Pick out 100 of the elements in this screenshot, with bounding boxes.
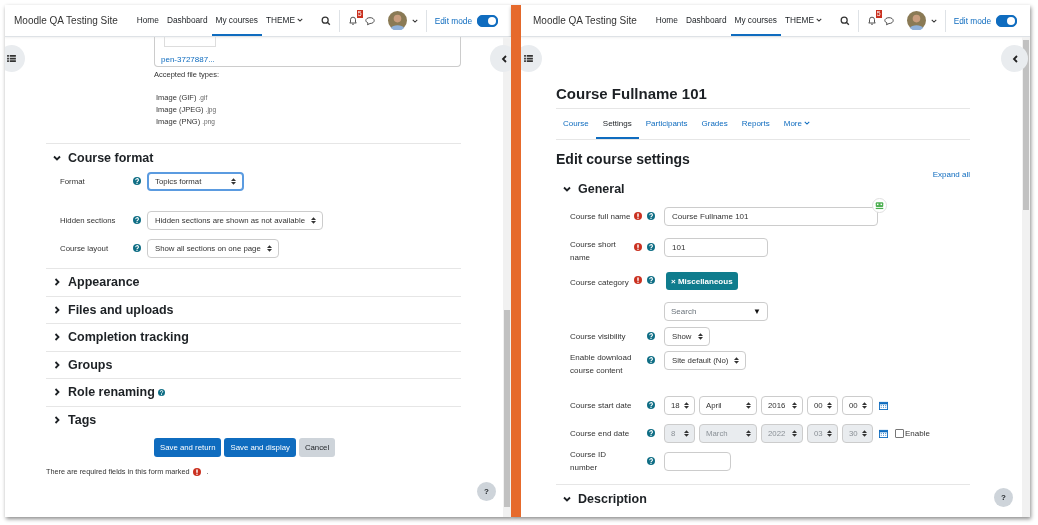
text-input[interactable] xyxy=(664,451,731,471)
nav-tab[interactable]: Grades xyxy=(694,109,735,139)
up-down-caret-icon xyxy=(792,429,797,437)
section-heading[interactable]: Role renaming xyxy=(68,385,155,400)
up-down-caret-icon xyxy=(310,216,316,224)
caret-icon[interactable] xyxy=(930,18,937,23)
field-label: Course full name xyxy=(570,210,632,223)
field-label: Course ID number xyxy=(570,449,607,474)
chevron-down-icon[interactable] xyxy=(563,495,571,503)
help-icon[interactable] xyxy=(647,212,655,220)
block-drawer-toggle[interactable] xyxy=(1001,45,1028,72)
up-down-caret-icon xyxy=(734,357,740,364)
block-drawer-toggle[interactable] xyxy=(490,45,511,72)
chevron-down-icon[interactable] xyxy=(563,185,571,193)
help-icon[interactable] xyxy=(647,276,655,284)
up-down-caret-icon xyxy=(827,429,832,437)
file-link[interactable]: pen-3727887... xyxy=(161,55,460,64)
section-heading[interactable]: Course format xyxy=(68,150,154,165)
section-heading[interactable]: Appearance xyxy=(68,275,140,290)
text-input[interactable]: 101 xyxy=(664,238,768,257)
edit-mode-label: Edit mode xyxy=(953,15,991,26)
scrollbar[interactable] xyxy=(503,37,511,517)
help-icon[interactable] xyxy=(133,244,141,252)
help-icon[interactable] xyxy=(647,332,655,340)
list-icon xyxy=(7,55,16,62)
help-icon[interactable] xyxy=(647,356,655,364)
search-icon[interactable] xyxy=(839,15,850,26)
nav-link[interactable]: Dashboard xyxy=(681,5,731,36)
section-heading[interactable]: Files and uploads xyxy=(68,302,174,317)
nav-link[interactable]: THEME xyxy=(261,5,307,36)
page-heading: Edit course settings xyxy=(556,151,691,167)
chat-bubble-icon[interactable] xyxy=(883,15,894,26)
up-down-caret-icon xyxy=(862,429,867,437)
nav-link[interactable]: My courses xyxy=(211,5,262,36)
caret-icon[interactable] xyxy=(411,18,418,23)
chevron-right-icon[interactable] xyxy=(53,415,61,424)
text-input[interactable]: Course Fullname 101 xyxy=(664,206,878,226)
course-index-toggle[interactable] xyxy=(5,45,25,72)
nav-link[interactable]: My courses xyxy=(730,5,781,36)
chevron-down-icon[interactable] xyxy=(53,153,61,162)
required-icon xyxy=(192,467,201,476)
chevron-right-icon[interactable] xyxy=(53,278,61,287)
help-icon[interactable] xyxy=(133,216,141,224)
user-avatar[interactable] xyxy=(906,11,926,30)
nav-link[interactable]: Home xyxy=(651,5,682,36)
chevron-left-icon xyxy=(1011,54,1018,63)
up-down-caret-icon xyxy=(697,332,703,340)
calendar-icon[interactable] xyxy=(879,400,888,410)
field-label: Course category xyxy=(570,277,630,289)
course-index-toggle[interactable] xyxy=(521,45,542,72)
help-icon[interactable] xyxy=(647,457,655,465)
help-icon[interactable] xyxy=(157,388,165,396)
section-heading[interactable]: Completion tracking xyxy=(68,330,189,345)
chevron-right-icon[interactable] xyxy=(53,333,61,342)
user-avatar[interactable] xyxy=(387,11,407,30)
search-dropdown[interactable]: Search ▼ xyxy=(664,302,768,321)
edit-mode-toggle[interactable] xyxy=(477,14,498,27)
section-heading[interactable]: General xyxy=(578,182,625,196)
edit-mode-toggle[interactable] xyxy=(996,14,1017,27)
course-title: Course Fullname 101 xyxy=(556,85,708,102)
help-button[interactable]: ? xyxy=(994,488,1013,507)
scrollbar[interactable] xyxy=(1022,37,1030,517)
expand-all-link[interactable]: Expand all xyxy=(932,170,970,179)
bell-icon[interactable] xyxy=(347,15,358,26)
site-name[interactable]: Moodle QA Testing Site xyxy=(14,15,118,26)
nav-link[interactable]: Dashboard xyxy=(162,5,212,36)
up-down-caret-icon xyxy=(684,429,689,437)
search-icon[interactable] xyxy=(320,15,331,26)
section-heading[interactable]: Tags xyxy=(68,412,97,427)
checkbox-label: Enable xyxy=(905,428,930,438)
field-label: Course short name xyxy=(570,239,617,264)
nav-tab[interactable]: More xyxy=(776,109,817,139)
chevron-right-icon[interactable] xyxy=(53,305,61,314)
nav-link[interactable]: THEME xyxy=(780,5,826,36)
section-heading[interactable]: Description xyxy=(578,492,647,506)
nav-link[interactable]: Home xyxy=(132,5,163,36)
help-icon[interactable] xyxy=(133,177,141,185)
help-icon[interactable] xyxy=(647,401,655,409)
chat-bubble-icon[interactable] xyxy=(364,15,375,26)
nav-tab[interactable]: Participants xyxy=(638,109,695,139)
help-icon[interactable] xyxy=(647,243,655,251)
edit-mode-label: Edit mode xyxy=(434,15,472,26)
nav-tab[interactable]: Course xyxy=(556,109,596,139)
bell-icon[interactable] xyxy=(866,15,877,26)
up-down-caret-icon xyxy=(684,401,689,409)
chevron-right-icon[interactable] xyxy=(53,360,61,369)
up-down-caret-icon xyxy=(266,244,272,252)
up-down-caret-icon xyxy=(792,401,797,409)
field-label: Course visibility xyxy=(570,330,627,343)
robot-face-icon[interactable] xyxy=(872,197,887,213)
site-name[interactable]: Moodle QA Testing Site xyxy=(533,15,637,26)
calendar-icon[interactable] xyxy=(879,428,888,438)
category-tag[interactable]: × Miscellaneous xyxy=(666,272,738,290)
help-button[interactable]: ? xyxy=(477,482,496,501)
nav-tab[interactable]: Reports xyxy=(734,109,777,139)
section-heading[interactable]: Groups xyxy=(68,357,113,372)
chevron-left-icon xyxy=(500,54,507,63)
up-down-caret-icon xyxy=(746,429,751,437)
chevron-right-icon[interactable] xyxy=(53,388,61,397)
help-icon[interactable] xyxy=(647,429,655,437)
